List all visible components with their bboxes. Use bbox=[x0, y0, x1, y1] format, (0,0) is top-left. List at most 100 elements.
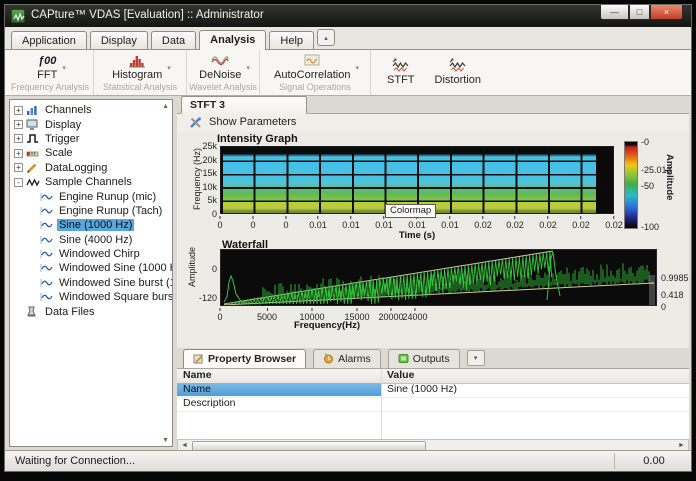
stft-button[interactable]: STFT bbox=[384, 58, 418, 86]
tab-application[interactable]: Application bbox=[11, 31, 87, 49]
fft-dropdown-icon[interactable]: ▾ bbox=[62, 64, 66, 72]
property-row-description[interactable]: Description bbox=[177, 397, 689, 412]
column-header-value[interactable]: Value bbox=[387, 369, 414, 382]
tree-item-label[interactable]: Channels bbox=[43, 104, 93, 116]
colorbar-tick: -50 bbox=[641, 181, 654, 191]
document-tab-strip: STFT 3 bbox=[177, 96, 689, 114]
tree-item-windowed-sine[interactable]: Windowed Sine (1000 Hz) bbox=[13, 261, 172, 275]
tree-item-windowed-chirp[interactable]: Windowed Chirp bbox=[13, 247, 172, 261]
intensity-y-tick: 10k bbox=[191, 182, 217, 192]
histogram-button[interactable]: Histogram ▾ bbox=[109, 53, 171, 81]
tree-item-engine-runup-mic[interactable]: Engine Runup (mic) bbox=[13, 189, 172, 203]
datalogging-icon bbox=[26, 162, 40, 174]
autocorrelation-dropdown-icon[interactable]: ▾ bbox=[355, 64, 359, 72]
property-value-cell[interactable]: Sine (1000 Hz) bbox=[387, 383, 457, 396]
tab-display[interactable]: Display bbox=[90, 31, 148, 49]
denoise-wave-icon bbox=[211, 53, 229, 69]
tree-item-label[interactable]: DataLogging bbox=[43, 162, 109, 174]
intensity-x-tick: 0.02 bbox=[539, 216, 557, 230]
tree-scroll-up-icon[interactable]: ▲ bbox=[162, 103, 169, 110]
tree-item-label[interactable]: Windowed Sine burst (1000 H bbox=[57, 277, 173, 289]
bottom-tabs-overflow-button[interactable]: ▾ bbox=[467, 350, 485, 366]
waterfall-x-tick: 0 bbox=[217, 308, 222, 322]
maximize-button[interactable]: □ bbox=[629, 5, 650, 20]
group-label-frequency-analysis: Frequency Analysis bbox=[11, 82, 89, 95]
intensity-x-axis-label: Time (s) bbox=[375, 230, 459, 241]
tree-item-label[interactable]: Windowed Square burst (100 bbox=[57, 291, 173, 303]
show-parameters-button[interactable]: Show Parameters bbox=[209, 116, 296, 128]
tab-help[interactable]: Help bbox=[269, 31, 314, 49]
intensity-x-tick: 0.01 bbox=[408, 216, 426, 230]
tree-item-sine-4000hz[interactable]: Sine (4000 Hz) bbox=[13, 233, 172, 247]
property-table: Name Value Name Sine (1000 Hz) Descripti… bbox=[177, 368, 689, 439]
intensity-x-tick: 0.01 bbox=[309, 216, 327, 230]
tree-item-scale[interactable]: + Scale bbox=[13, 146, 172, 160]
intensity-colorbar[interactable] bbox=[624, 141, 638, 229]
denoise-button[interactable]: DeNoise ▾ bbox=[196, 53, 250, 81]
property-table-header[interactable]: Name Value bbox=[177, 369, 689, 384]
tree-item-engine-runup-tach[interactable]: Engine Runup (Tach) bbox=[13, 204, 172, 218]
tree-item-windowed-square-burst[interactable]: Windowed Square burst (100 bbox=[13, 290, 172, 304]
waterfall-plot[interactable] bbox=[220, 249, 657, 306]
intensity-y-tick: 20k bbox=[191, 155, 217, 165]
tree-item-label[interactable]: Windowed Sine (1000 Hz) bbox=[57, 262, 173, 274]
expand-toggle[interactable]: + bbox=[14, 120, 23, 129]
autocorrelation-button[interactable]: AutoCorrelation ▾ bbox=[271, 53, 359, 81]
tab-analysis[interactable]: Analysis bbox=[199, 30, 266, 50]
intensity-y-tick: 15k bbox=[191, 168, 217, 178]
collapse-toggle[interactable]: - bbox=[14, 178, 23, 187]
expand-toggle[interactable]: + bbox=[14, 163, 23, 172]
waterfall-y-tick: 0 bbox=[195, 264, 217, 274]
tree-item-label[interactable]: Sample Channels bbox=[43, 176, 134, 188]
expand-toggle[interactable]: + bbox=[14, 134, 23, 143]
tree-item-label[interactable]: Sine (4000 Hz) bbox=[57, 234, 134, 246]
tree-item-windowed-sine-burst[interactable]: Windowed Sine burst (1000 H bbox=[13, 276, 172, 290]
tree-item-display[interactable]: + Display bbox=[13, 117, 172, 131]
column-header-name[interactable]: Name bbox=[183, 369, 212, 382]
wave-icon bbox=[40, 219, 54, 231]
autocorrelation-icon bbox=[303, 53, 321, 69]
tree-item-channels[interactable]: + Channels bbox=[13, 103, 172, 117]
distortion-button[interactable]: Distortion bbox=[432, 58, 484, 86]
tree-scroll-down-icon[interactable]: ▼ bbox=[162, 437, 169, 444]
title-bar[interactable]: CAPture™ VDAS [Evaluation] :: Administra… bbox=[5, 5, 691, 27]
property-name-cell[interactable]: Description bbox=[183, 397, 236, 410]
tree-item-label[interactable]: Windowed Chirp bbox=[57, 248, 142, 260]
tree-item-label[interactable]: Scale bbox=[43, 147, 75, 159]
histogram-label: Histogram bbox=[112, 69, 162, 81]
tab-label: Alarms bbox=[338, 353, 371, 365]
tab-alarms[interactable]: Alarms bbox=[313, 349, 381, 368]
ribbon-group-statistical-analysis: Histogram ▾ Statistical Analysis bbox=[94, 50, 187, 95]
property-row-name[interactable]: Name Sine (1000 Hz) bbox=[177, 383, 689, 398]
tab-property-browser[interactable]: Property Browser bbox=[183, 349, 306, 369]
tab-outputs[interactable]: Outputs bbox=[388, 349, 460, 368]
outputs-icon bbox=[398, 353, 409, 364]
tree-item-data-files[interactable]: Data Files bbox=[13, 304, 172, 318]
expand-toggle[interactable]: + bbox=[14, 106, 23, 115]
close-button[interactable]: × bbox=[650, 5, 683, 20]
tree-item-sine-1000hz[interactable]: Sine (1000 Hz) bbox=[13, 218, 172, 232]
intensity-right-black-band bbox=[596, 147, 613, 213]
intensity-graph-title: Intensity Graph bbox=[217, 133, 298, 145]
denoise-dropdown-icon[interactable]: ▾ bbox=[246, 64, 250, 72]
tree-item-label[interactable]: Trigger bbox=[43, 133, 81, 145]
tree-item-label[interactable]: Engine Runup (Tach) bbox=[57, 205, 164, 217]
histogram-dropdown-icon[interactable]: ▾ bbox=[167, 64, 171, 72]
property-name-cell-selected[interactable]: Name bbox=[177, 383, 381, 396]
ribbon-collapse-button[interactable]: ▴ bbox=[317, 29, 335, 46]
tree-item-label-selected[interactable]: Sine (1000 Hz) bbox=[57, 219, 134, 231]
fft-button[interactable]: ƒ00 FFT ▾ bbox=[34, 53, 66, 81]
expand-toggle[interactable]: + bbox=[14, 149, 23, 158]
intensity-x-tick: 0.02 bbox=[605, 216, 623, 230]
tree-item-label[interactable]: Engine Runup (mic) bbox=[57, 191, 158, 203]
tab-data[interactable]: Data bbox=[151, 31, 196, 49]
data-files-icon bbox=[26, 306, 40, 318]
tree-item-trigger[interactable]: + Trigger bbox=[13, 132, 172, 146]
tree-item-sample-channels[interactable]: - Sample Channels bbox=[13, 175, 172, 189]
workspace: + Channels + Display + Trigger + Scale + Data… bbox=[5, 96, 691, 452]
tab-stft3[interactable]: STFT 3 bbox=[181, 96, 307, 114]
tree-item-datalogging[interactable]: + DataLogging bbox=[13, 161, 172, 175]
tree-item-label[interactable]: Data Files bbox=[43, 306, 97, 318]
minimize-button[interactable]: — bbox=[600, 5, 629, 20]
tree-item-label[interactable]: Display bbox=[43, 119, 83, 131]
